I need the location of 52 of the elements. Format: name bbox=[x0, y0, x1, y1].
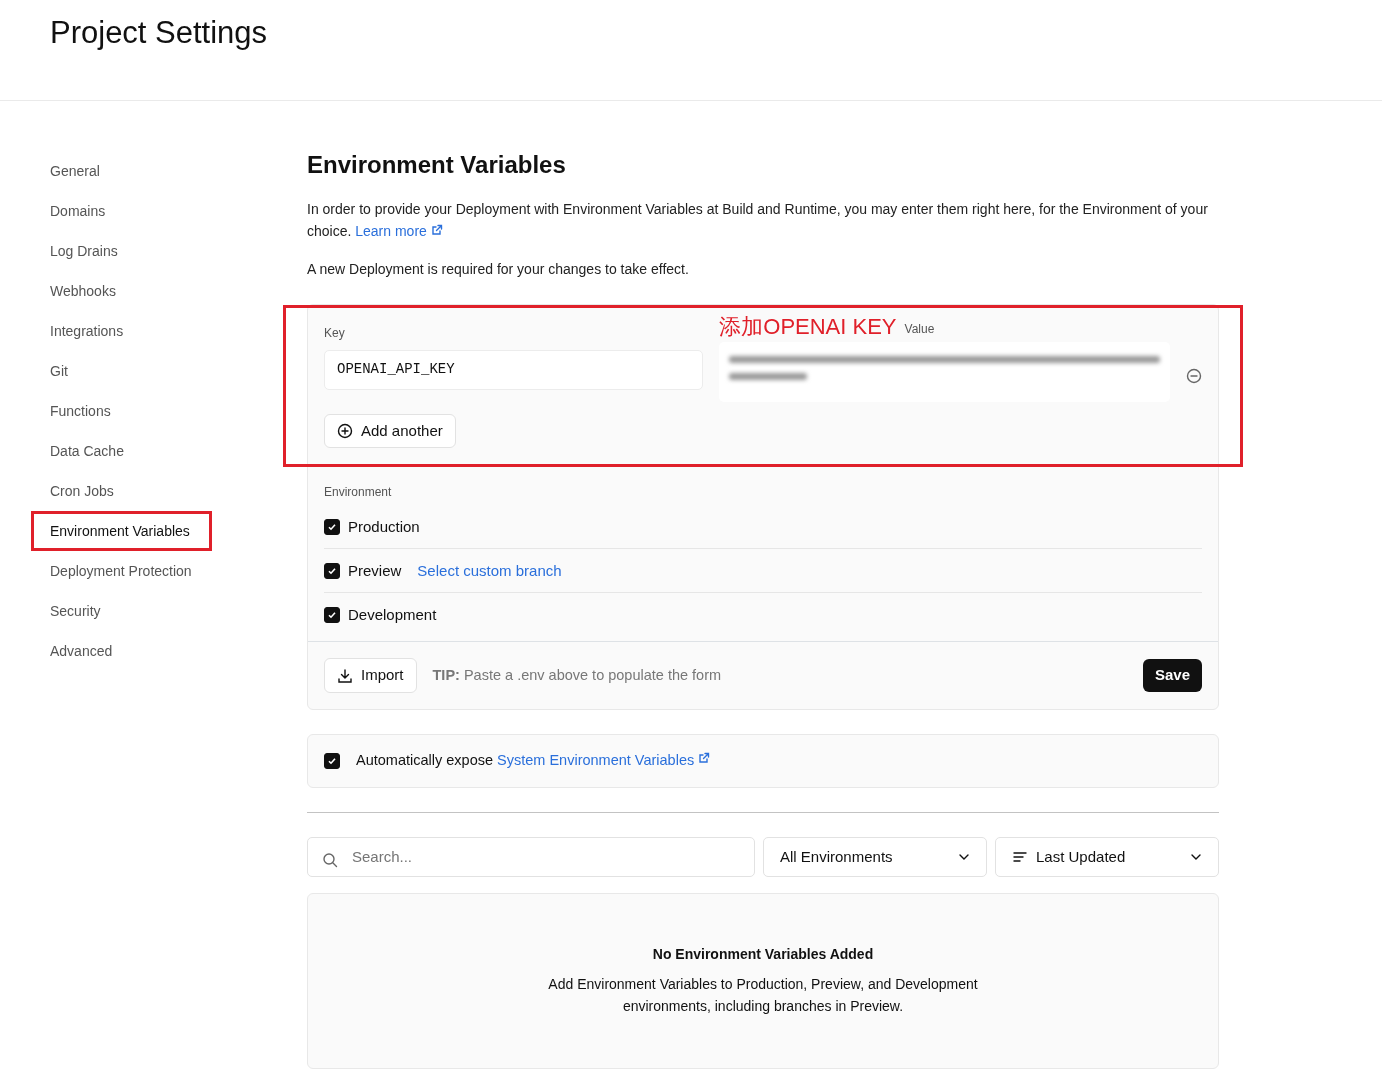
add-another-button[interactable]: Add another bbox=[324, 413, 456, 449]
sidebar-item[interactable]: Advanced bbox=[31, 631, 135, 671]
checkmark-icon bbox=[327, 565, 337, 576]
value-label: Value bbox=[904, 320, 935, 338]
sidebar-item[interactable]: Security bbox=[31, 591, 123, 631]
sidebar-item[interactable]: General bbox=[31, 151, 122, 191]
custom-branch-link[interactable]: Select custom branch bbox=[417, 559, 562, 583]
notice-text: A new Deployment is required for your changes to take effect. bbox=[307, 259, 690, 279]
annotation-text: 添加OPENAI KEY bbox=[719, 315, 897, 338]
empty-state-title: No Environment Variables Added bbox=[652, 945, 874, 965]
sidebar-item[interactable]: Domains bbox=[31, 191, 128, 231]
empty-state-text: Add Environment Variables to Production, Preview, and Development environments, including branches in Preview. bbox=[547, 975, 979, 1017]
checkbox[interactable] bbox=[324, 752, 340, 769]
sidebar-item[interactable]: Cron Jobs bbox=[31, 471, 136, 511]
checkmark-icon bbox=[327, 521, 337, 532]
blurred-value-field[interactable] bbox=[719, 341, 1170, 402]
key-input-field[interactable]: OPENAI_API_KEY bbox=[324, 349, 704, 390]
environment-option: Preview bbox=[348, 559, 402, 583]
sidebar-item[interactable]: Data Cache bbox=[31, 431, 146, 471]
environment-option: Production bbox=[348, 515, 420, 539]
import-button[interactable]: Import bbox=[324, 658, 417, 693]
section-title: Environment Variables bbox=[307, 151, 567, 180]
sidebar-item[interactable]: Git bbox=[31, 351, 90, 391]
sidebar-item[interactable]: Log Drains bbox=[31, 231, 140, 271]
external-link-icon bbox=[430, 223, 443, 236]
page-title: Project Settings bbox=[50, 14, 269, 52]
sidebar-item[interactable]: Environment Variables bbox=[31, 511, 212, 551]
checkbox[interactable] bbox=[324, 607, 340, 624]
sidebar-item[interactable]: Webhooks bbox=[31, 271, 138, 311]
learn-more-link[interactable]: Learn more bbox=[355, 222, 443, 239]
sidebar-item[interactable]: Functions bbox=[31, 391, 133, 431]
search-field[interactable]: Search... bbox=[307, 836, 755, 877]
description-text: In order to provide your Deployment with Environment Variables at Build and Runtime, you may enter them right here, for the Environment of your choice. Learn more bbox=[307, 199, 1209, 241]
environment-option: Development bbox=[348, 604, 437, 627]
plus-circle-icon bbox=[337, 423, 353, 440]
system-env-vars-link[interactable]: System Environment Variables bbox=[497, 751, 712, 768]
save-button[interactable]: Save bbox=[1142, 659, 1202, 692]
checkbox[interactable] bbox=[324, 518, 340, 535]
environment-label: Environment bbox=[324, 484, 393, 502]
external-link-icon bbox=[698, 751, 712, 765]
sidebar-item[interactable]: Integrations bbox=[31, 311, 146, 351]
download-icon bbox=[337, 667, 353, 684]
sort-dropdown[interactable]: Last Updated bbox=[995, 836, 1219, 877]
checkbox[interactable] bbox=[324, 562, 340, 579]
checkmark-icon bbox=[327, 755, 337, 766]
environment-dropdown[interactable]: All Environments bbox=[763, 836, 987, 877]
tip-text: TIP: Paste a .env above to populate the form bbox=[432, 665, 723, 685]
key-label: Key bbox=[324, 324, 346, 342]
sidebar-item[interactable]: Deployment Protection bbox=[31, 551, 214, 591]
auto-expose-text: Automatically expose System Environment Variables bbox=[356, 749, 712, 772]
remove-circle-icon[interactable] bbox=[1186, 367, 1202, 384]
checkmark-icon bbox=[327, 610, 337, 621]
